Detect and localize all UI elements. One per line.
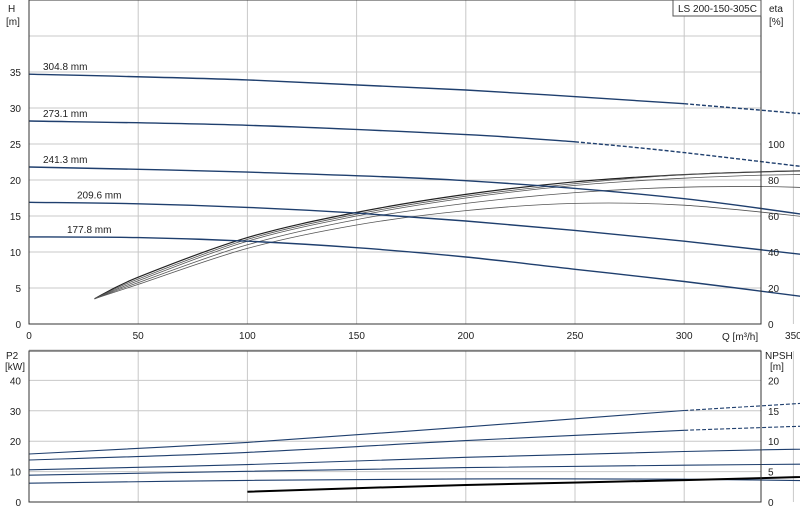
x-tick-label: 0 bbox=[26, 331, 32, 342]
x-tick-label: 350 bbox=[785, 331, 800, 342]
npsh-tick-label: 10 bbox=[768, 437, 780, 448]
eta-tick-label: 60 bbox=[768, 212, 780, 223]
p2-axis-label: P2 bbox=[6, 351, 19, 362]
npsh-tick-label: 20 bbox=[768, 376, 780, 387]
h-tick-label: 25 bbox=[10, 140, 22, 151]
x-tick-label: 300 bbox=[676, 331, 693, 342]
npsh-tick-label: 15 bbox=[768, 407, 780, 418]
q-axis-label: Q [m³/h] bbox=[722, 332, 758, 343]
eta-tick-label: 40 bbox=[768, 248, 780, 259]
h-tick-label: 20 bbox=[10, 176, 22, 187]
x-tick-label: 100 bbox=[239, 331, 256, 342]
h-tick-label: 30 bbox=[10, 104, 22, 115]
head-curve-label: 273.1 mm bbox=[43, 109, 87, 120]
eta-tick-label: 80 bbox=[768, 176, 780, 187]
h-tick-label: 0 bbox=[15, 320, 21, 331]
h-tick-label: 35 bbox=[10, 68, 22, 79]
h-tick-label: 5 bbox=[15, 284, 21, 295]
p2-tick-label: 0 bbox=[15, 498, 21, 509]
h-axis-label: H bbox=[8, 4, 15, 15]
h-tick-label: 10 bbox=[10, 248, 22, 259]
h-axis-unit: [m] bbox=[6, 17, 20, 28]
background bbox=[0, 0, 800, 520]
chart-title: LS 200-150-305C bbox=[678, 4, 757, 15]
pump-curve-chart: 0501001502002503003504004505005506000510… bbox=[0, 0, 800, 520]
head-curve-label: 304.8 mm bbox=[43, 62, 87, 73]
eta-tick-label: 100 bbox=[768, 140, 785, 151]
p2-axis-unit: [kW] bbox=[5, 362, 25, 373]
eta-tick-label: 0 bbox=[768, 320, 774, 331]
npsh-tick-label: 0 bbox=[768, 498, 774, 509]
npsh-tick-label: 5 bbox=[768, 468, 774, 479]
p2-tick-label: 20 bbox=[10, 437, 22, 448]
p2-tick-label: 40 bbox=[10, 376, 22, 387]
h-tick-label: 15 bbox=[10, 212, 22, 223]
eta-axis-unit: [%] bbox=[769, 17, 784, 28]
p2-tick-label: 30 bbox=[10, 407, 22, 418]
npsh-axis-label: NPSH bbox=[765, 351, 793, 362]
x-tick-label: 250 bbox=[567, 331, 584, 342]
p2-tick-label: 10 bbox=[10, 468, 22, 479]
npsh-axis-unit: [m] bbox=[770, 362, 784, 373]
eta-axis-label: eta bbox=[769, 4, 783, 15]
head-curve-label: 177.8 mm bbox=[67, 225, 111, 236]
x-tick-label: 50 bbox=[133, 331, 145, 342]
head-curve-label: 241.3 mm bbox=[43, 155, 87, 166]
eta-tick-label: 20 bbox=[768, 284, 780, 295]
x-tick-label: 150 bbox=[348, 331, 365, 342]
head-curve-label: 209.6 mm bbox=[77, 190, 121, 201]
x-tick-label: 200 bbox=[457, 331, 474, 342]
